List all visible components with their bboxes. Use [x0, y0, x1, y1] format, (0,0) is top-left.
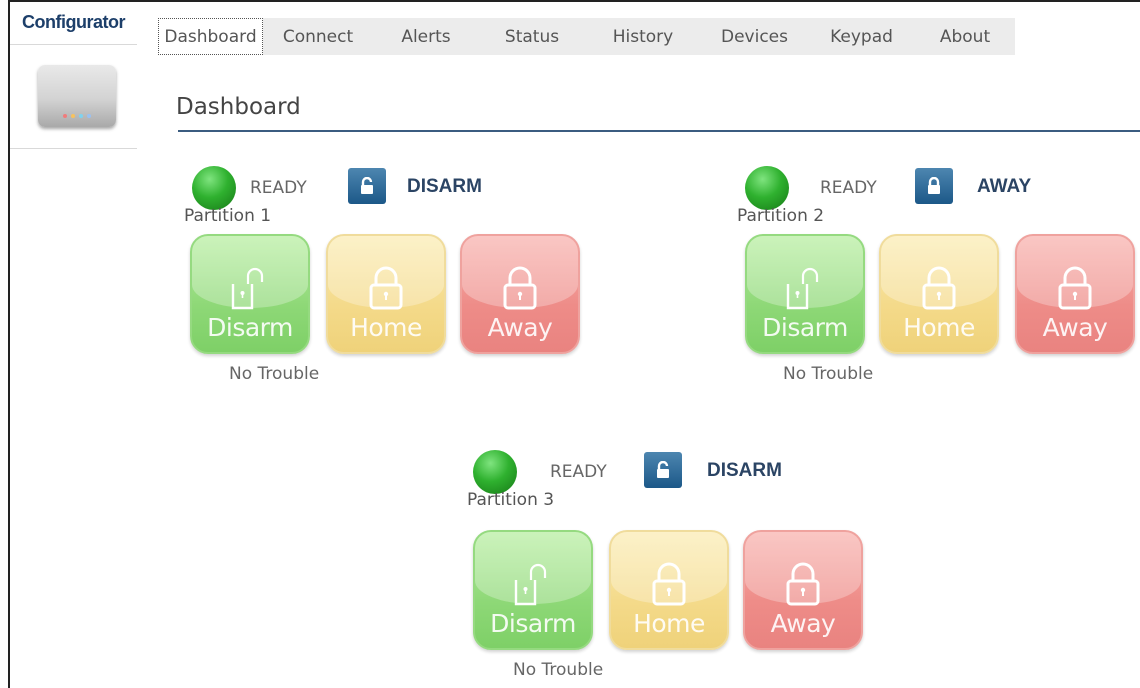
home-label: Home — [350, 313, 422, 342]
ready-status: READY — [250, 178, 307, 198]
trouble-status: No Trouble — [783, 364, 874, 384]
disarm-button[interactable]: Disarm — [473, 530, 593, 650]
lock-icon — [922, 266, 956, 310]
away-label: Away — [770, 609, 836, 638]
ready-led-icon — [745, 166, 789, 210]
app-title: Configurator — [22, 12, 125, 32]
away-button[interactable]: Away — [743, 530, 863, 650]
unlocked-status-icon — [644, 452, 682, 488]
lock-icon — [1058, 266, 1092, 310]
lock-icon — [369, 266, 403, 310]
tab-status[interactable]: Status — [479, 18, 585, 55]
ready-led-icon — [473, 450, 517, 494]
title-divider — [178, 130, 1140, 132]
divider — [10, 44, 137, 45]
disarm-button[interactable]: Disarm — [745, 234, 865, 354]
tab-alerts[interactable]: Alerts — [373, 18, 479, 55]
away-button[interactable]: Away — [1015, 234, 1135, 354]
home-label: Home — [633, 609, 705, 638]
partition-2: READY AWAY Partition 2 Disarm Home Away … — [737, 166, 1140, 384]
away-label: Away — [487, 313, 553, 342]
lock-icon — [652, 562, 686, 606]
partition-3: READY DISARM Partition 3 Disarm Home Awa… — [467, 450, 927, 686]
lock-icon — [503, 266, 537, 310]
disarm-label: Disarm — [490, 609, 576, 638]
ready-led-icon — [192, 166, 236, 210]
home-button[interactable]: Home — [609, 530, 729, 650]
ready-status: READY — [820, 178, 877, 198]
partition-name: Partition 2 — [737, 206, 825, 226]
disarm-label: Disarm — [762, 313, 848, 342]
trouble-status: No Trouble — [229, 364, 320, 384]
sidebar: Configurator — [10, 2, 137, 152]
partition-name: Partition 3 — [467, 490, 555, 510]
open-lock-icon — [786, 267, 819, 310]
divider — [10, 148, 137, 149]
arm-mode: AWAY — [977, 176, 1032, 197]
ready-status: READY — [550, 462, 607, 482]
disarm-button[interactable]: Disarm — [190, 234, 310, 354]
partition-1: READY DISARM Partition 1 Disarm Home Awa… — [184, 166, 644, 384]
tab-keypad[interactable]: Keypad — [808, 18, 915, 55]
arm-mode: DISARM — [407, 176, 482, 197]
disarm-label: Disarm — [207, 313, 293, 342]
tab-history[interactable]: History — [585, 18, 701, 55]
away-button[interactable]: Away — [460, 234, 580, 354]
home-label: Home — [903, 313, 975, 342]
away-label: Away — [1042, 313, 1108, 342]
unlocked-status-icon — [348, 168, 386, 204]
open-lock-icon — [231, 267, 264, 310]
locked-status-icon — [915, 168, 953, 204]
partition-name: Partition 1 — [184, 206, 272, 226]
tab-dashboard[interactable]: Dashboard — [158, 18, 263, 55]
tab-bar: Dashboard Connect Alerts Status History … — [158, 18, 1015, 55]
page-title: Dashboard — [176, 94, 301, 120]
home-button[interactable]: Home — [326, 234, 446, 354]
open-lock-icon — [514, 563, 547, 606]
tab-about[interactable]: About — [915, 18, 1015, 55]
home-button[interactable]: Home — [879, 234, 999, 354]
trouble-status: No Trouble — [513, 660, 604, 680]
tab-devices[interactable]: Devices — [701, 18, 808, 55]
arm-mode: DISARM — [707, 460, 782, 481]
panel-device-icon — [38, 65, 116, 127]
lock-icon — [786, 562, 820, 606]
tab-connect[interactable]: Connect — [263, 18, 373, 55]
